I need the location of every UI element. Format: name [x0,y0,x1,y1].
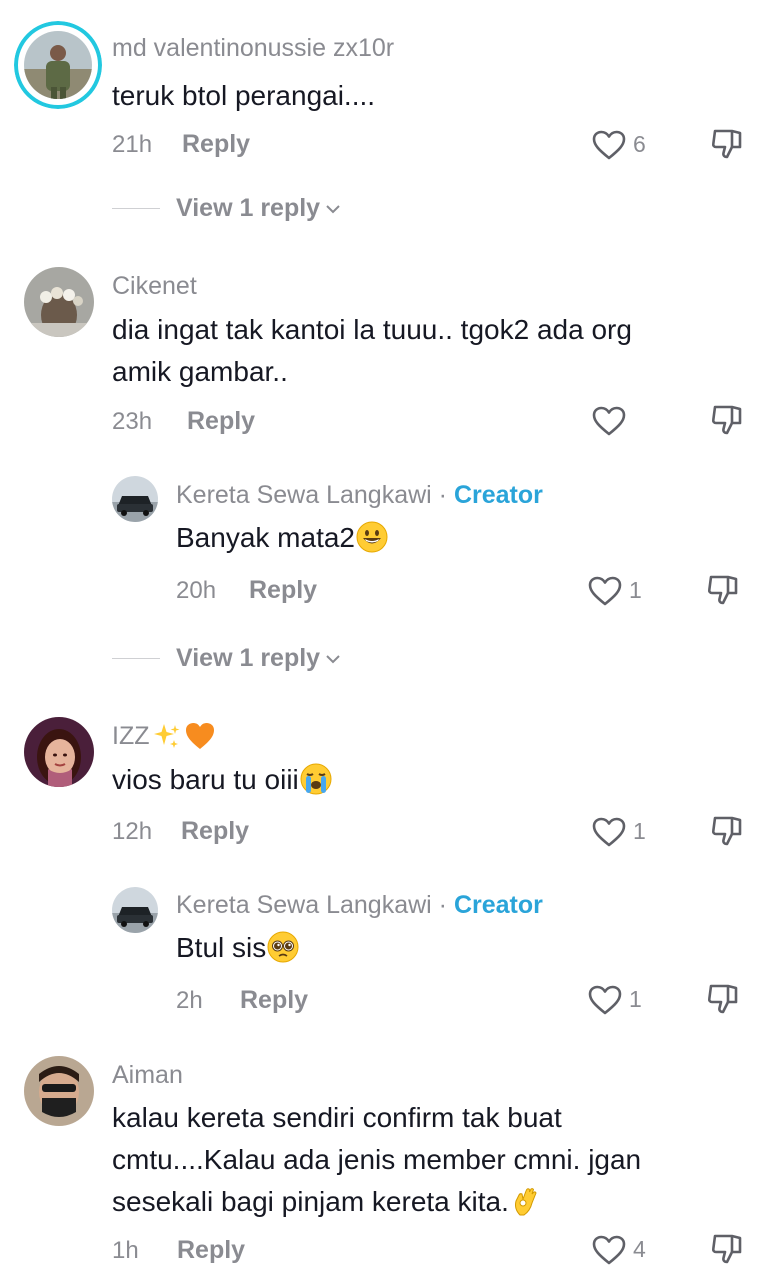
reply-text: Banyak mata2 [176,522,355,553]
divider-line [112,208,160,209]
avatar[interactable] [24,267,94,337]
comment-text-line: dia ingat tak kantoi la tuuu.. tgok2 ada… [112,314,632,345]
heart-outline-icon[interactable] [587,575,623,607]
heart-outline-icon[interactable] [587,984,623,1016]
view-replies-button[interactable]: View 1 reply [176,194,342,223]
reply-timestamp: 2h [176,987,203,1014]
thumbs-down-outline-icon[interactable] [710,1232,744,1266]
thumbs-down-outline-icon[interactable] [706,982,740,1016]
ok-hand-emoji [514,1188,537,1216]
comment-username-line: IZZ [112,721,216,751]
comment-username[interactable]: Aiman [112,1061,183,1090]
comment-timestamp: 12h [112,818,153,845]
comment-timestamp: 23h [112,408,153,435]
like-count: 1 [633,818,646,844]
comment-timestamp: 21h [112,131,153,158]
thumbs-down-outline-icon[interactable] [710,127,744,161]
view-replies-button[interactable]: View 1 reply [176,644,342,673]
comment-text-line: sesekali bagi pinjam kereta kita. [112,1180,542,1224]
comment-text-line: vios baru tu oiii [112,758,332,802]
comment-text-line: kalau kereta sendiri confirm tak buat [112,1102,562,1133]
loudly-crying-face-emoji [300,763,332,795]
divider-line [112,658,160,659]
reply-text-line: Btul sis [176,926,299,970]
reply-button[interactable]: Reply [187,407,255,436]
avatar[interactable] [112,887,158,933]
thumbs-down-outline-icon[interactable] [710,403,744,437]
comment-text: vios baru tu oiii [112,764,299,795]
grinning-face-emoji [356,521,388,553]
pleading-face-emoji [267,931,299,963]
thumbs-down-outline-icon[interactable] [706,573,740,607]
comment-text: sesekali bagi pinjam kereta kita. [112,1186,509,1217]
chevron-down-icon [326,654,340,663]
orange-heart-emoji [185,723,214,749]
like-count: 6 [633,131,646,157]
reply-button[interactable]: Reply [240,986,308,1015]
reply-text: Btul sis [176,932,267,963]
comment-timestamp: 1h [112,1237,139,1264]
heart-outline-icon[interactable] [591,405,627,437]
avatar[interactable] [112,476,158,522]
comment-username[interactable]: Cikenet [112,272,197,301]
reply-button[interactable]: Reply [182,130,250,159]
separator-dot: · [438,481,447,509]
like-count: 4 [633,1236,646,1262]
heart-outline-icon[interactable] [591,816,627,848]
avatar[interactable] [24,1056,94,1126]
avatar[interactable] [24,717,94,787]
creator-badge: Creator [453,481,543,509]
like-count: 1 [629,577,642,603]
reply-text-line: Banyak mata2 [176,516,388,560]
reply-username-line: Kereta Sewa Langkawi · Creator [176,891,543,920]
avatar[interactable] [14,21,102,109]
comment-text: teruk btol perangai.... [112,80,376,111]
comment-text-line: amik gambar.. [112,356,288,387]
reply-button[interactable]: Reply [249,576,317,605]
comment-text-line: cmtu....Kalau ada jenis member cmni. jga… [112,1144,642,1175]
reply-username-line: Kereta Sewa Langkawi · Creator [176,481,543,510]
reply-button[interactable]: Reply [181,817,249,846]
view-replies-label: View 1 reply [176,194,321,222]
comment-username[interactable]: IZZ [112,722,150,751]
comment-username[interactable]: md valentinonussie zx10r [112,34,394,63]
reply-timestamp: 20h [176,577,217,604]
reply-username[interactable]: Kereta Sewa Langkawi [176,891,432,919]
separator-dot: · [438,891,447,919]
sparkles-emoji [153,724,179,748]
reply-button[interactable]: Reply [177,1236,245,1265]
heart-outline-icon[interactable] [591,1234,627,1266]
creator-badge: Creator [453,891,543,919]
heart-outline-icon[interactable] [591,129,627,161]
chevron-down-icon [326,204,340,213]
view-replies-label: View 1 reply [176,644,321,672]
thumbs-down-outline-icon[interactable] [710,814,744,848]
reply-username[interactable]: Kereta Sewa Langkawi [176,481,432,509]
like-count: 1 [629,986,642,1012]
